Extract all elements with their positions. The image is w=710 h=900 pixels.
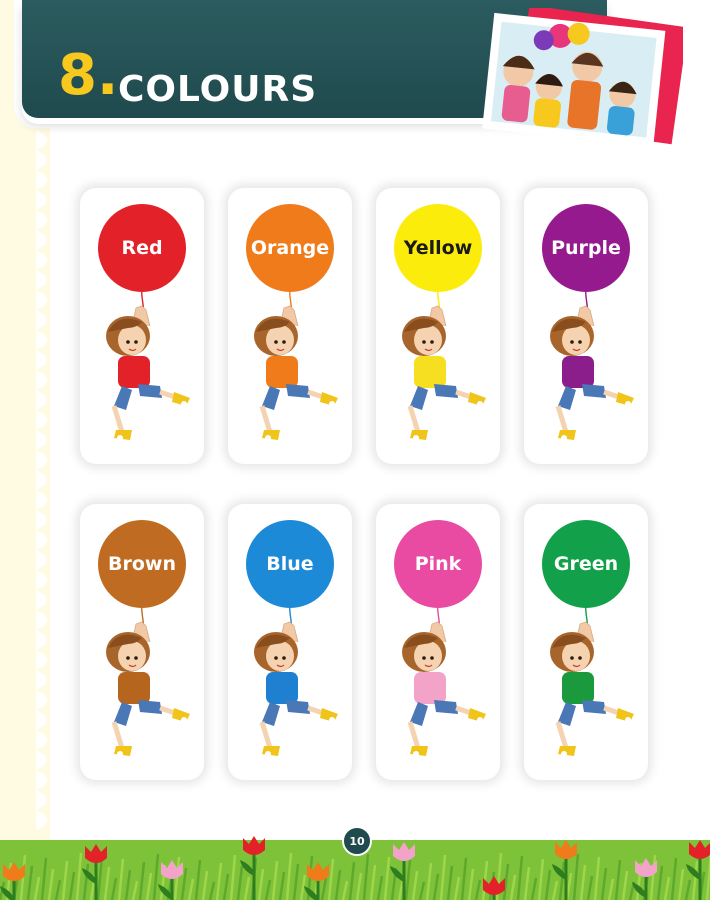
balloon: Yellow <box>394 204 482 292</box>
boy-holding-balloon-illustration <box>106 286 190 441</box>
colour-card: Orange <box>228 188 352 464</box>
children-photo <box>482 8 683 147</box>
scalloped-edge <box>36 130 47 830</box>
balloon: Blue <box>246 520 334 608</box>
colour-card: Pink <box>376 504 500 780</box>
colour-card: Purple <box>524 188 648 464</box>
balloon: Purple <box>542 204 630 292</box>
colour-label: Purple <box>551 237 621 259</box>
boy-holding-balloon-illustration <box>254 286 338 441</box>
colour-label: Green <box>553 553 619 575</box>
colour-label: Brown <box>108 553 176 575</box>
colour-label: Pink <box>414 553 462 575</box>
boy-holding-balloon-illustration <box>402 602 486 757</box>
colour-label: Yellow <box>403 237 473 259</box>
boy-holding-balloon-illustration <box>550 286 634 441</box>
colour-card: Blue <box>228 504 352 780</box>
balloon: Red <box>98 204 186 292</box>
colour-card: Yellow <box>376 188 500 464</box>
colour-card: Green <box>524 504 648 780</box>
page-number: 10 <box>342 826 372 856</box>
balloon: Green <box>542 520 630 608</box>
colour-card: Brown <box>80 504 204 780</box>
chapter-title: COLOURS <box>118 69 318 110</box>
boy-holding-balloon-illustration <box>106 602 190 757</box>
chapter-number: 8. <box>58 43 119 108</box>
boy-holding-balloon-illustration <box>254 602 338 757</box>
colour-label: Red <box>121 237 163 259</box>
boy-holding-balloon-illustration <box>550 602 634 757</box>
colour-label: Blue <box>266 553 314 575</box>
colour-label: Orange <box>250 237 330 259</box>
boy-holding-balloon-illustration <box>402 286 486 441</box>
colour-card: Red <box>80 188 204 464</box>
balloon: Orange <box>246 204 334 292</box>
balloon: Brown <box>98 520 186 608</box>
balloon: Pink <box>394 520 482 608</box>
